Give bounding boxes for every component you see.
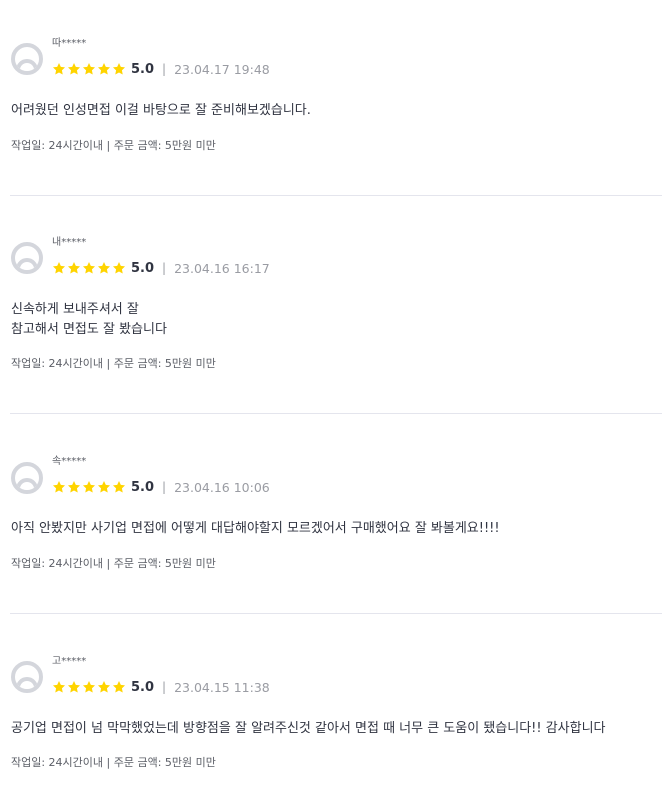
star-icon: [112, 681, 126, 693]
order-detail: 작업일: 24시간이내 | 주문 금액: 5만원 미만: [11, 756, 216, 769]
review-comment: 공기업 면접이 넘 막막했었는데 방향점을 잘 알려주신것 같아서 면접 때 너…: [11, 719, 651, 739]
comment-line: 공기업 면접이 넘 막막했었는데 방향점을 잘 알려주신것 같아서 면접 때 너…: [11, 721, 606, 736]
star-icon: [97, 681, 111, 693]
reviewer-nickname: 고*****: [52, 656, 87, 667]
avatar: [11, 661, 43, 693]
review-item: 고***** 5.0 | 23.04.15 11:38 공기업 면접이 넘 막막…: [0, 0, 665, 808]
rating-score: 5.0: [131, 679, 155, 695]
review-meta: 5.0 | 23.04.15 11:38: [52, 678, 270, 696]
separator: |: [162, 680, 167, 694]
star-icon: [52, 681, 66, 693]
review-list: 따***** 5.0 | 23.04.17 19:48 어려웠던 인성면접 이걸…: [0, 0, 665, 808]
star-icon: [82, 681, 96, 693]
star-icon: [67, 681, 81, 693]
star-rating: [52, 680, 126, 694]
review-date: 23.04.15 11:38: [174, 679, 270, 695]
